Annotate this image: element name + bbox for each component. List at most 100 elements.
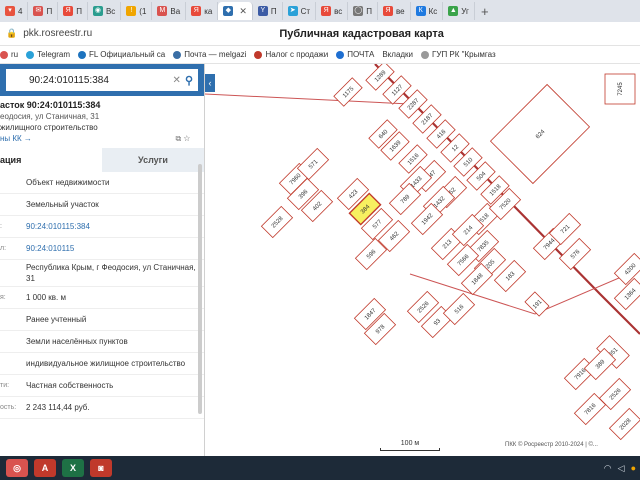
panel-actions: ⧉ ☆ (176, 134, 190, 144)
tab-label: П (366, 6, 373, 16)
bookmark-icon (421, 50, 430, 59)
browser-tab[interactable]: ! (1 (121, 2, 153, 20)
taskbar-app-icon[interactable]: A (34, 459, 56, 477)
attribute-row: ость: 2 243 114,44 руб. (0, 397, 204, 419)
attribute-value[interactable]: 90:24:010115:384 (24, 219, 204, 234)
search-icon[interactable]: ⚲ (185, 74, 193, 87)
lock-icon: 🔒 (6, 28, 18, 38)
bookmark-label: Telegram (37, 50, 71, 59)
browser-tab[interactable]: ➤ Ст (283, 2, 317, 20)
browser-tab[interactable]: YП (253, 2, 283, 20)
tab-info[interactable]: ация (0, 148, 102, 172)
bookmark-label: ru (11, 50, 19, 59)
search-input[interactable]: 90:24:010115:384 ✕ ⚲ (6, 69, 198, 91)
browser-tab[interactable]: ◯ П (348, 2, 379, 20)
attribute-value: Частная собственность (26, 381, 114, 390)
tab-favicon-icon: Я (383, 6, 394, 16)
bookmark-item[interactable]: FL Официальный са (78, 50, 165, 59)
search-query: 90:24:010115:384 (29, 74, 109, 86)
panel-scrollbar[interactable] (198, 164, 202, 414)
parcel[interactable]: 2528 (260, 205, 294, 239)
address-bar-row: 🔒 pkk.rosreestr.ru Публичная кадастровая… (0, 22, 640, 46)
map-canvas[interactable]: 1175128911272287218741612510504151864016… (205, 64, 640, 456)
copy-icon[interactable]: ⧉ (176, 134, 182, 143)
bookmark-label: Почта — melgazi (184, 50, 247, 59)
attribute-key: ость: (0, 404, 17, 411)
tab-favicon-icon: ➤ (287, 6, 298, 16)
new-tab-button[interactable]: + (475, 4, 495, 19)
attribute-row: индивидуальное жилищное строительство (0, 353, 204, 375)
star-icon[interactable]: ☆ (183, 134, 190, 143)
browser-tab[interactable]: ✉ П (28, 2, 59, 20)
tab-favicon-icon: К (415, 6, 426, 16)
attribute-key: : (0, 223, 2, 230)
taskbar-app-icon[interactable]: X (62, 459, 84, 477)
collapse-panel-button[interactable]: ‹ (205, 74, 215, 92)
bookmarks-bar: ru Telegram FL Официальный са Почта — melga… (0, 46, 640, 64)
attribute-value: Республика Крым, г Феодосия, ул Станична… (26, 263, 196, 283)
bookmark-item[interactable]: Почта — melgazi (173, 50, 246, 59)
tab-label: ка (204, 6, 213, 16)
tab-favicon-icon: ! (126, 6, 137, 16)
close-tab-icon[interactable]: ✕ (239, 6, 247, 17)
bookmark-item[interactable]: ГУП РК "Крымгаз (421, 50, 496, 59)
parcel[interactable]: 1289 (365, 64, 395, 91)
taskbar: ◎ A X ◙ ◠ ◁ ● (0, 456, 640, 480)
tab-favicon-icon: ▲ (448, 6, 459, 16)
attribute-value: индивидуальное жилищное строительство (26, 359, 186, 368)
volume-icon[interactable]: ◁ (618, 463, 625, 474)
taskbar-app-icon[interactable]: ◎ (6, 459, 28, 477)
cadastral-map[interactable]: 1175 1289 1127 2287 2187 416 12 510 504 1518 640 16… (205, 64, 640, 456)
browser-tab[interactable]: Яве (378, 2, 411, 20)
bookmark-label: ПОЧТА (347, 50, 375, 59)
attribute-row: : 90:24:010115:384 (0, 216, 204, 238)
notification-icon[interactable]: ● (631, 463, 636, 473)
page-title: Публичная кадастровая карта (279, 27, 444, 40)
attribute-table: Объект недвижимости Земельный участок: 90:… (0, 172, 204, 419)
tab-favicon-icon: Я (191, 6, 202, 16)
bookmark-label: ГУП РК "Крымгаз (432, 50, 496, 59)
browser-tab[interactable]: К Кс (411, 2, 444, 20)
tab-services[interactable]: Услуги (102, 148, 204, 172)
url-field[interactable]: pkk.rosreestr.ru (23, 28, 203, 39)
browser-tab[interactable]: М Ва (152, 2, 187, 20)
tab-favicon-icon: ▾ (5, 6, 15, 16)
bookmark-item[interactable]: Telegram (26, 50, 70, 59)
parcel[interactable]: 576 (558, 237, 592, 271)
attribute-value: 2 243 114,44 руб. (26, 403, 90, 412)
browser-tab[interactable]: ЯП (58, 2, 88, 20)
attribute-value: Ранее учтенный (26, 315, 87, 324)
attribute-row: Республика Крым, г Феодосия, ул Станична… (0, 260, 204, 287)
bookmark-item[interactable]: ru (0, 50, 18, 59)
attribute-value[interactable]: 90:24:010115 (24, 241, 204, 256)
wifi-icon[interactable]: ◠ (604, 463, 612, 474)
bookmark-label: FL Официальный са (89, 50, 166, 59)
browser-tab-strip: ▾ 4 ✉ П Я П ◉ Вс! (1 М Ва Яка ◆ ✕ Y П ➤ Ст Явс ◯ П Яве К Кс ▲ Уг + (0, 0, 640, 22)
bookmark-item[interactable]: Налог с продажи (254, 50, 328, 59)
tab-favicon-icon: ◉ (92, 6, 103, 16)
attribute-row: Ранее учтенный (0, 309, 204, 331)
tab-label: Вс (105, 6, 116, 16)
browser-tab[interactable]: Яка (186, 2, 219, 20)
bookmark-item[interactable]: Вкладки (382, 50, 413, 59)
attribute-row: я: 1 000 кв. м (0, 287, 204, 309)
tab-label: ве (396, 6, 405, 16)
map-link[interactable]: ны КК → (0, 134, 32, 144)
clear-icon[interactable]: ✕ (173, 75, 181, 86)
tab-favicon-icon: Я (321, 6, 332, 16)
tab-favicon-icon: ◯ (353, 6, 364, 16)
bookmark-item[interactable]: ПОЧТА (336, 50, 374, 59)
browser-tab[interactable]: ▾ 4 (0, 2, 29, 20)
tab-label: 4 (18, 6, 23, 16)
browser-tab[interactable]: Явс (316, 2, 349, 20)
browser-tab[interactable]: ◉ Вс (88, 2, 122, 20)
browser-tab[interactable]: ◆ ✕ (218, 2, 253, 20)
browser-tab[interactable]: ▲ Уг (443, 2, 475, 20)
parcel[interactable]: 624 (489, 83, 591, 185)
taskbar-app-icon[interactable]: ◙ (90, 459, 112, 477)
bookmark-icon (173, 50, 182, 59)
tab-label: Ва (170, 6, 181, 16)
parcel[interactable]: 2028 (608, 407, 640, 441)
parcel[interactable]: 7245 (604, 73, 636, 105)
tab-label: (1 (139, 6, 147, 16)
